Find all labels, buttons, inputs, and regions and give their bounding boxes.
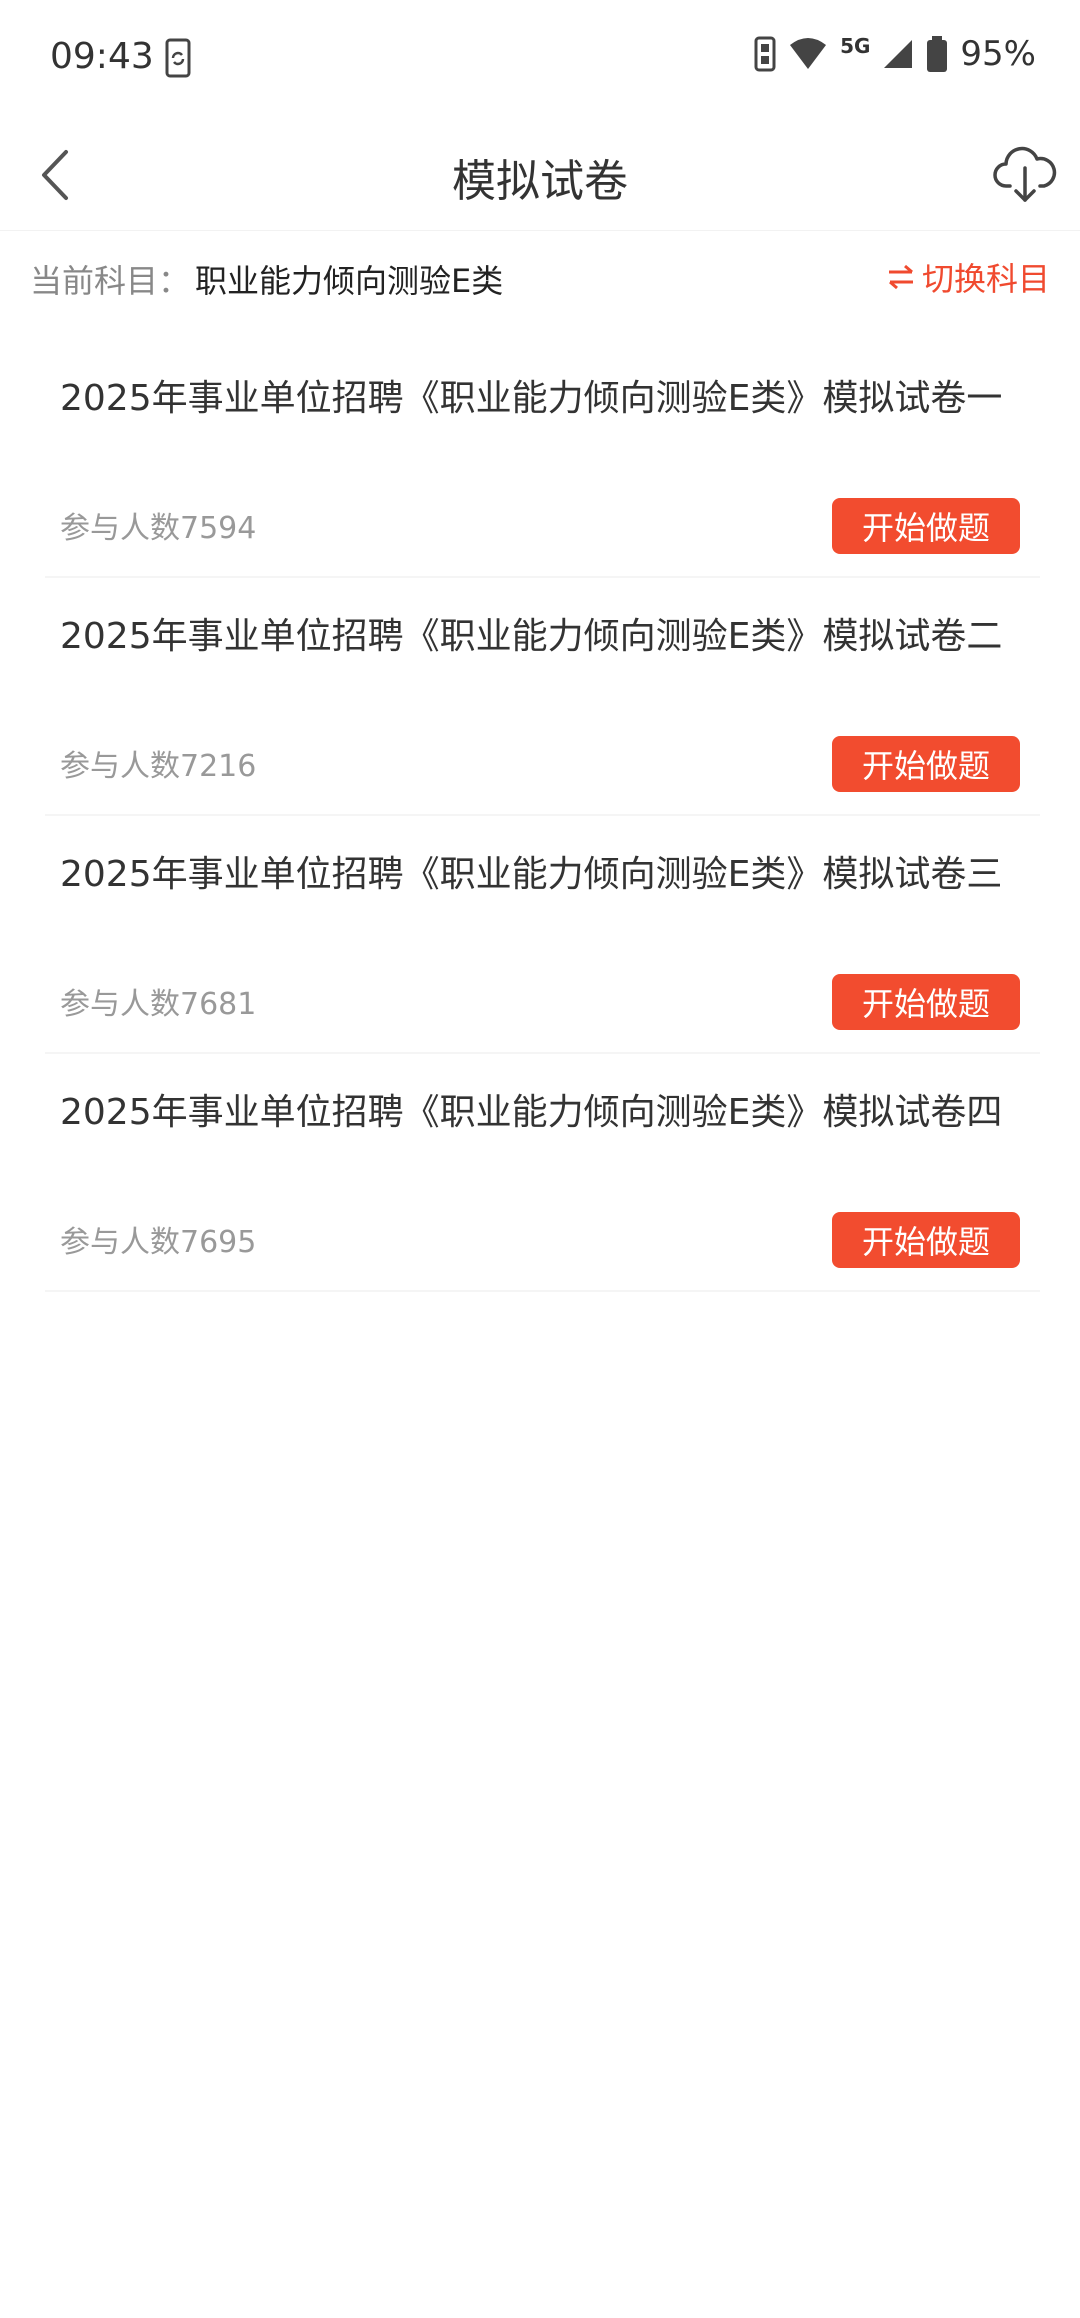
battery-percent: 95% <box>960 34 1036 74</box>
subject-row: 当前科目： 职业能力倾向测验E类 切换科目 <box>0 230 1080 320</box>
start-button[interactable]: 开始做题 <box>832 736 1020 792</box>
participant-count: 参与人数7216 <box>60 749 257 784</box>
cloud-download-icon[interactable] <box>992 140 1058 206</box>
paper-item[interactable]: 2025年事业单位招聘《职业能力倾向测验E类》模拟试卷二 参与人数7216 开始… <box>45 578 1040 816</box>
paper-item[interactable]: 2025年事业单位招聘《职业能力倾向测验E类》模拟试卷四 参与人数7695 开始… <box>45 1054 1040 1292</box>
page-title: 模拟试卷 <box>452 156 628 207</box>
status-bar: 09:43 5G 95% <box>0 0 1080 120</box>
nav-bar: 模拟试卷 <box>0 120 1080 231</box>
paper-title: 2025年事业单位招聘《职业能力倾向测验E类》模拟试卷四 <box>60 1092 1003 1133</box>
paper-title: 2025年事业单位招聘《职业能力倾向测验E类》模拟试卷一 <box>60 378 1003 419</box>
start-button[interactable]: 开始做题 <box>832 498 1020 554</box>
swap-icon <box>888 264 913 290</box>
paper-item[interactable]: 2025年事业单位招聘《职业能力倾向测验E类》模拟试卷一 参与人数7594 开始… <box>45 340 1040 578</box>
wifi-icon <box>790 38 827 69</box>
paper-item[interactable]: 2025年事业单位招聘《职业能力倾向测验E类》模拟试卷三 参与人数7681 开始… <box>45 816 1040 1054</box>
paper-title: 2025年事业单位招聘《职业能力倾向测验E类》模拟试卷二 <box>60 616 1003 657</box>
status-indicators: 5G 95% <box>754 34 1036 74</box>
subject-value: 职业能力倾向测验E类 <box>195 262 504 300</box>
paper-title: 2025年事业单位招聘《职业能力倾向测验E类》模拟试卷三 <box>60 854 1003 895</box>
switch-subject-button[interactable]: 切换科目 <box>886 254 1050 300</box>
paper-list: 2025年事业单位招聘《职业能力倾向测验E类》模拟试卷一 参与人数7594 开始… <box>45 340 1040 1292</box>
signal-icon <box>884 40 913 68</box>
phone-sync-icon <box>165 38 191 78</box>
participant-count: 参与人数7594 <box>60 511 257 546</box>
subject-label: 当前科目： <box>30 262 191 300</box>
status-time: 09:43 <box>50 36 154 77</box>
switch-subject-label: 切换科目 <box>921 260 1050 298</box>
participant-count: 参与人数7695 <box>60 1225 257 1260</box>
start-button[interactable]: 开始做题 <box>832 974 1020 1030</box>
battery-icon <box>927 36 948 72</box>
start-button[interactable]: 开始做题 <box>832 1212 1020 1268</box>
participant-count: 参与人数7681 <box>60 987 257 1022</box>
hd-icon <box>754 36 776 72</box>
network-type: 5G <box>840 34 871 58</box>
